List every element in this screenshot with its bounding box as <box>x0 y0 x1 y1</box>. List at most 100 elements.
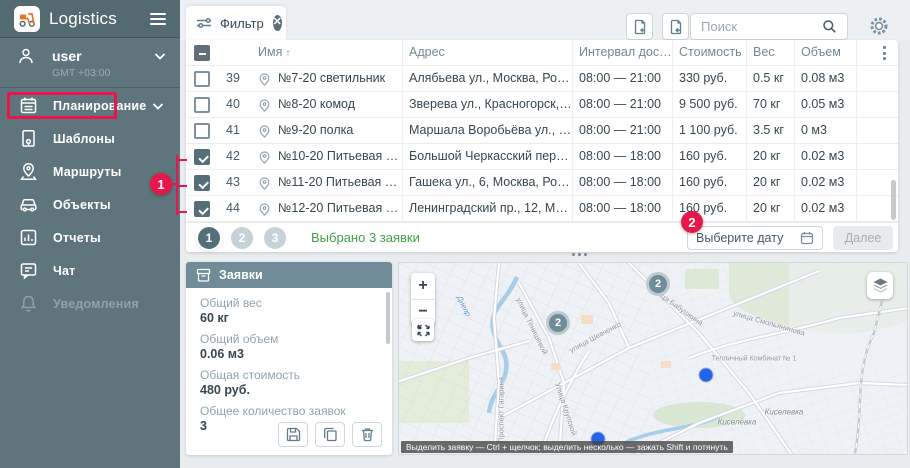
fullscreen-button[interactable] <box>412 319 434 341</box>
file-import-button[interactable] <box>626 13 653 40</box>
search-box <box>690 13 848 40</box>
orders-table-card: Имя↑ Адрес Интервал доставки Стоимость В… <box>186 40 898 252</box>
row-number: 39 <box>220 66 250 92</box>
template-icon <box>18 129 38 149</box>
row-cost: 330 руб. <box>672 66 746 92</box>
table-row[interactable]: 42№10-20 Питьевая водаБольшой Черкасский… <box>186 144 898 170</box>
select-all-checkbox[interactable] <box>194 45 210 61</box>
row-interval: 08:00 — 21:00 <box>572 92 672 118</box>
sidebar-item-label: Чат <box>53 264 75 278</box>
sidebar-item-label: Отчеты <box>53 231 101 245</box>
map[interactable]: улица Тенишевойулица Шевченкоулица Бабуш… <box>398 262 908 455</box>
orders-box-icon <box>196 268 211 283</box>
map-cluster-marker[interactable]: 2 <box>546 311 570 335</box>
delete-button[interactable] <box>352 422 382 447</box>
row-interval: 08:00 — 21:00 <box>572 66 672 92</box>
copy-button[interactable] <box>315 422 345 447</box>
file-export-button[interactable] <box>662 13 689 40</box>
sidebar-item-label: Уведомления <box>53 297 139 311</box>
zoom-in-button[interactable]: + <box>411 273 435 300</box>
column-header-address[interactable]: Адрес <box>402 40 572 66</box>
column-header-cost[interactable]: Стоимость <box>672 40 746 66</box>
pin-icon <box>250 170 272 196</box>
table-row[interactable]: 40№8-20 комодЗверева ул., Красногорск, М… <box>186 92 898 118</box>
row-checkbox[interactable] <box>194 71 210 87</box>
column-header-volume[interactable]: Объем <box>794 40 856 66</box>
step-1[interactable]: 1 <box>198 227 220 249</box>
map-cluster-marker[interactable]: 2 <box>646 272 670 296</box>
column-header-weight[interactable]: Вес <box>746 40 794 66</box>
row-volume: 0.02 м3 <box>794 170 856 196</box>
summary-field: Общий объем0.06 м3 <box>200 332 378 361</box>
map-order-marker[interactable] <box>700 369 713 382</box>
map-street-label: Киселевка <box>765 408 804 417</box>
row-address: Зверева ул., Красногорск, Моско... <box>402 92 572 118</box>
row-checkbox[interactable] <box>194 97 210 113</box>
row-cost: 1 100 руб. <box>672 118 746 144</box>
summary-fields: Общий вес60 кгОбщий объем0.06 м3Общая ст… <box>186 288 392 433</box>
filter-close-icon[interactable]: ✕ <box>273 15 282 31</box>
table-row[interactable]: 44№12-20 Питьевая водаЛенинградский пр.,… <box>186 196 898 222</box>
splitter-handle[interactable] <box>572 253 587 256</box>
annotation-highlight-box <box>7 92 117 119</box>
route-pin-icon <box>18 162 38 182</box>
user-block[interactable]: user GMT +03:00 <box>0 38 180 88</box>
app-title: Logistics <box>49 9 117 29</box>
save-button[interactable] <box>278 422 308 447</box>
row-address: Маршала Воробьёва ул., Москва,... <box>402 118 572 144</box>
step-2[interactable]: 2 <box>231 227 253 249</box>
table-body: 39№7-20 светильникАлябьева ул., Москва, … <box>186 66 898 222</box>
report-icon <box>18 228 38 248</box>
table-header-row: Имя↑ Адрес Интервал доставки Стоимость В… <box>186 40 898 66</box>
summary-field-value: 0.06 м3 <box>200 347 378 361</box>
map-hint-text: Выделить заявку — Ctrl + щелчок; выделит… <box>401 441 733 453</box>
calendar-icon[interactable] <box>800 231 814 245</box>
map-zoom-control: + − <box>411 273 435 325</box>
sidebar-item-шаблоны[interactable]: Шаблоны <box>0 122 180 155</box>
search-icon[interactable] <box>819 17 839 37</box>
row-checkbox[interactable] <box>194 175 210 191</box>
summary-field-label: Общее количество заявок <box>200 404 378 418</box>
sidebar-item-объекты[interactable]: Объекты <box>0 188 180 221</box>
next-button[interactable]: Далее <box>833 226 893 250</box>
panel-scrollbar[interactable] <box>386 292 390 344</box>
chevron-down-icon[interactable] <box>154 52 166 60</box>
row-interval: 08:00 — 21:00 <box>572 118 672 144</box>
table-menu-kebab-icon[interactable] <box>883 46 886 60</box>
row-weight: 20 кг <box>746 170 794 196</box>
menu-hamburger-icon[interactable] <box>150 13 166 25</box>
summary-panel-title: Заявки <box>219 268 263 282</box>
summary-field-value: 60 кг <box>200 311 378 325</box>
step-3[interactable]: 3 <box>264 227 286 249</box>
row-address: Ленинградский пр., 12, Москва, Р... <box>402 196 572 222</box>
user-name: user <box>52 48 82 64</box>
row-number: 41 <box>220 118 250 144</box>
date-picker-input[interactable]: Выберите дату <box>687 226 823 250</box>
column-header-interval[interactable]: Интервал доставки <box>572 40 672 66</box>
table-scrollbar[interactable] <box>891 180 896 220</box>
row-name: №12-20 Питьевая вода <box>272 196 402 222</box>
selection-count-text: Выбрано 3 заявки <box>311 230 420 245</box>
row-checkbox[interactable] <box>194 149 210 165</box>
column-header-name[interactable]: Имя↑ <box>250 40 402 66</box>
search-input[interactable] <box>691 19 819 34</box>
table-row[interactable]: 39№7-20 светильникАлябьева ул., Москва, … <box>186 66 898 92</box>
table-row[interactable]: 43№11-20 Питьевая водаГашека ул., 6, Мос… <box>186 170 898 196</box>
filter-label: Фильтр <box>220 16 264 31</box>
sidebar-item-отчеты[interactable]: Отчеты <box>0 221 180 254</box>
bell-icon <box>18 294 38 314</box>
sidebar-item-label: Шаблоны <box>53 132 115 146</box>
row-checkbox[interactable] <box>194 123 210 139</box>
row-checkbox[interactable] <box>194 201 210 217</box>
settings-gear-icon[interactable] <box>868 15 890 37</box>
row-name: №9-20 полка <box>272 118 402 144</box>
map-layers-button[interactable] <box>867 272 893 299</box>
summary-panel-header[interactable]: Заявки <box>186 262 392 288</box>
row-interval: 08:00 — 18:00 <box>572 144 672 170</box>
filter-tab[interactable]: Фильтр ✕ <box>186 6 286 40</box>
sidebar-item-чат[interactable]: Чат <box>0 254 180 287</box>
row-address: Гашека ул., 6, Москва, Россия <box>402 170 572 196</box>
sidebar-item-уведомления[interactable]: Уведомления <box>0 287 180 320</box>
map-street-label: Киселёвка <box>718 418 757 427</box>
table-row[interactable]: 41 №9-20 полкаМаршала Воробьёва ул., Моск… <box>186 118 898 144</box>
